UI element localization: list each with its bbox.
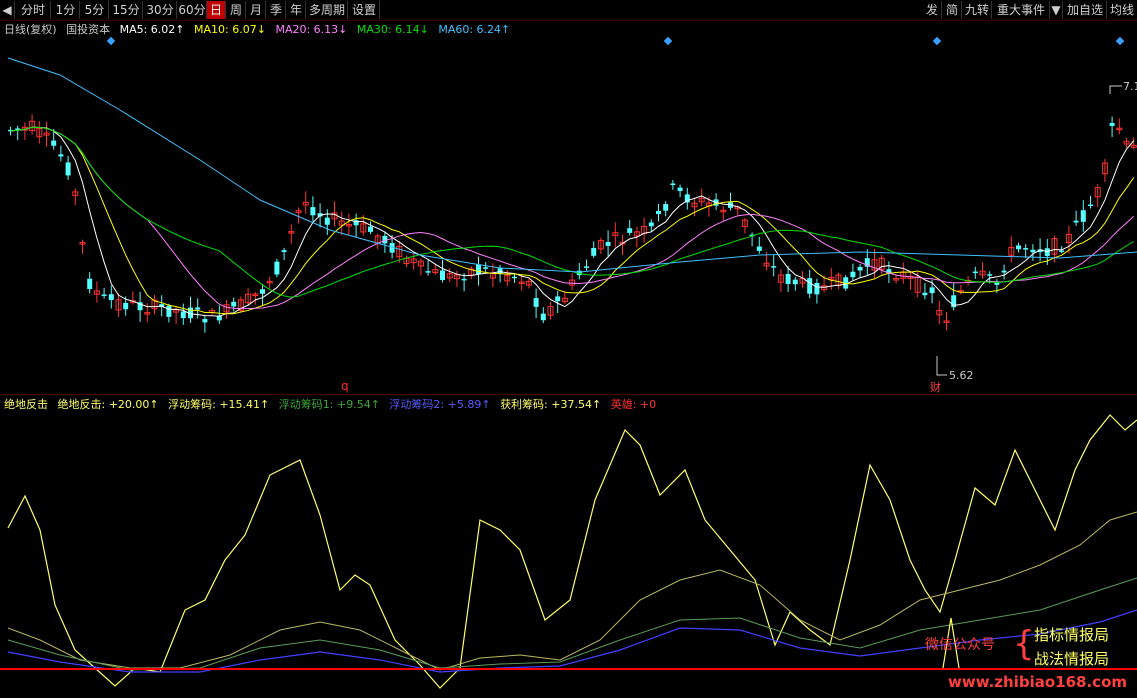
candle-body (591, 248, 597, 256)
candle-body (756, 246, 762, 251)
candle-body (202, 319, 208, 323)
candle-body (929, 287, 935, 294)
candle-body (1059, 250, 1065, 253)
candle-body (101, 294, 107, 296)
ma60-line (7, 57, 1137, 273)
candle-body (987, 274, 993, 276)
candle-body (58, 154, 64, 157)
brace-glyph: { (1013, 624, 1035, 664)
candle-body (87, 278, 93, 290)
diamond-marker[interactable] (932, 36, 942, 46)
brand-1: 指标情报局 (1034, 626, 1110, 644)
candle-body (180, 311, 186, 319)
candle-body (656, 210, 661, 215)
candle-body (785, 273, 791, 284)
diamond-marker[interactable] (106, 36, 116, 46)
candle-body (123, 302, 129, 310)
candle-body (231, 301, 237, 307)
candle-body (605, 242, 611, 246)
candle-body (108, 294, 114, 301)
candle-body (663, 204, 669, 211)
candle-body (281, 250, 287, 253)
candlesticks (8, 114, 1137, 333)
site-url[interactable]: www.zhibiao168.com (948, 673, 1127, 691)
q-marker: q (341, 379, 349, 393)
candle-body (857, 266, 863, 271)
candle-body (627, 228, 633, 233)
candle-body (792, 279, 798, 285)
candle-body (476, 264, 481, 274)
candle-body (850, 271, 856, 278)
low-pointer (936, 356, 947, 376)
high-price-label: 7.1 (1123, 80, 1137, 93)
candle-body (166, 305, 172, 317)
high-pointer (1109, 85, 1122, 94)
brand-2: 战法情报局 (1034, 650, 1110, 668)
candle-body (260, 289, 265, 294)
candle-body (310, 207, 316, 216)
candle-body (807, 278, 813, 294)
candle-body (65, 162, 71, 176)
candle-body (1030, 249, 1036, 253)
wechat-label: 微信公众号 (925, 637, 995, 653)
candle-body (1023, 248, 1029, 250)
cai-marker[interactable]: 财 (930, 380, 941, 394)
candle-body (584, 266, 589, 268)
candle-body (1109, 122, 1115, 126)
candle-body (368, 226, 373, 232)
candle-body (195, 307, 201, 310)
candle-body (497, 268, 503, 274)
candle-body (555, 296, 561, 302)
candle-body (677, 187, 683, 192)
diamond-marker[interactable] (663, 36, 673, 46)
kline-chart[interactable]: 7.1 5.62 财 q (0, 0, 1137, 698)
candle-body (972, 271, 978, 274)
candle-body (425, 271, 431, 273)
diamond-marker[interactable] (1115, 36, 1125, 46)
candle-body (51, 140, 57, 146)
candle-body (1088, 204, 1093, 207)
candle-body (483, 267, 489, 269)
candle-body (324, 217, 330, 225)
candle-body (1016, 245, 1021, 250)
candle-body (540, 313, 546, 321)
candle-body (771, 266, 777, 268)
candle-body (648, 222, 654, 227)
event-markers (106, 36, 1125, 46)
candle-body (1001, 270, 1007, 273)
candle-body (1073, 220, 1079, 223)
candle-body (440, 270, 445, 281)
candle-body (512, 276, 517, 279)
candle-body (814, 283, 820, 295)
candle-body (1080, 210, 1086, 222)
candle-body (274, 261, 280, 275)
candle-body (670, 183, 676, 186)
candle-body (533, 298, 539, 307)
low-price-label: 5.62 (949, 369, 974, 382)
candle-body (922, 292, 928, 296)
candle-body (461, 278, 467, 281)
